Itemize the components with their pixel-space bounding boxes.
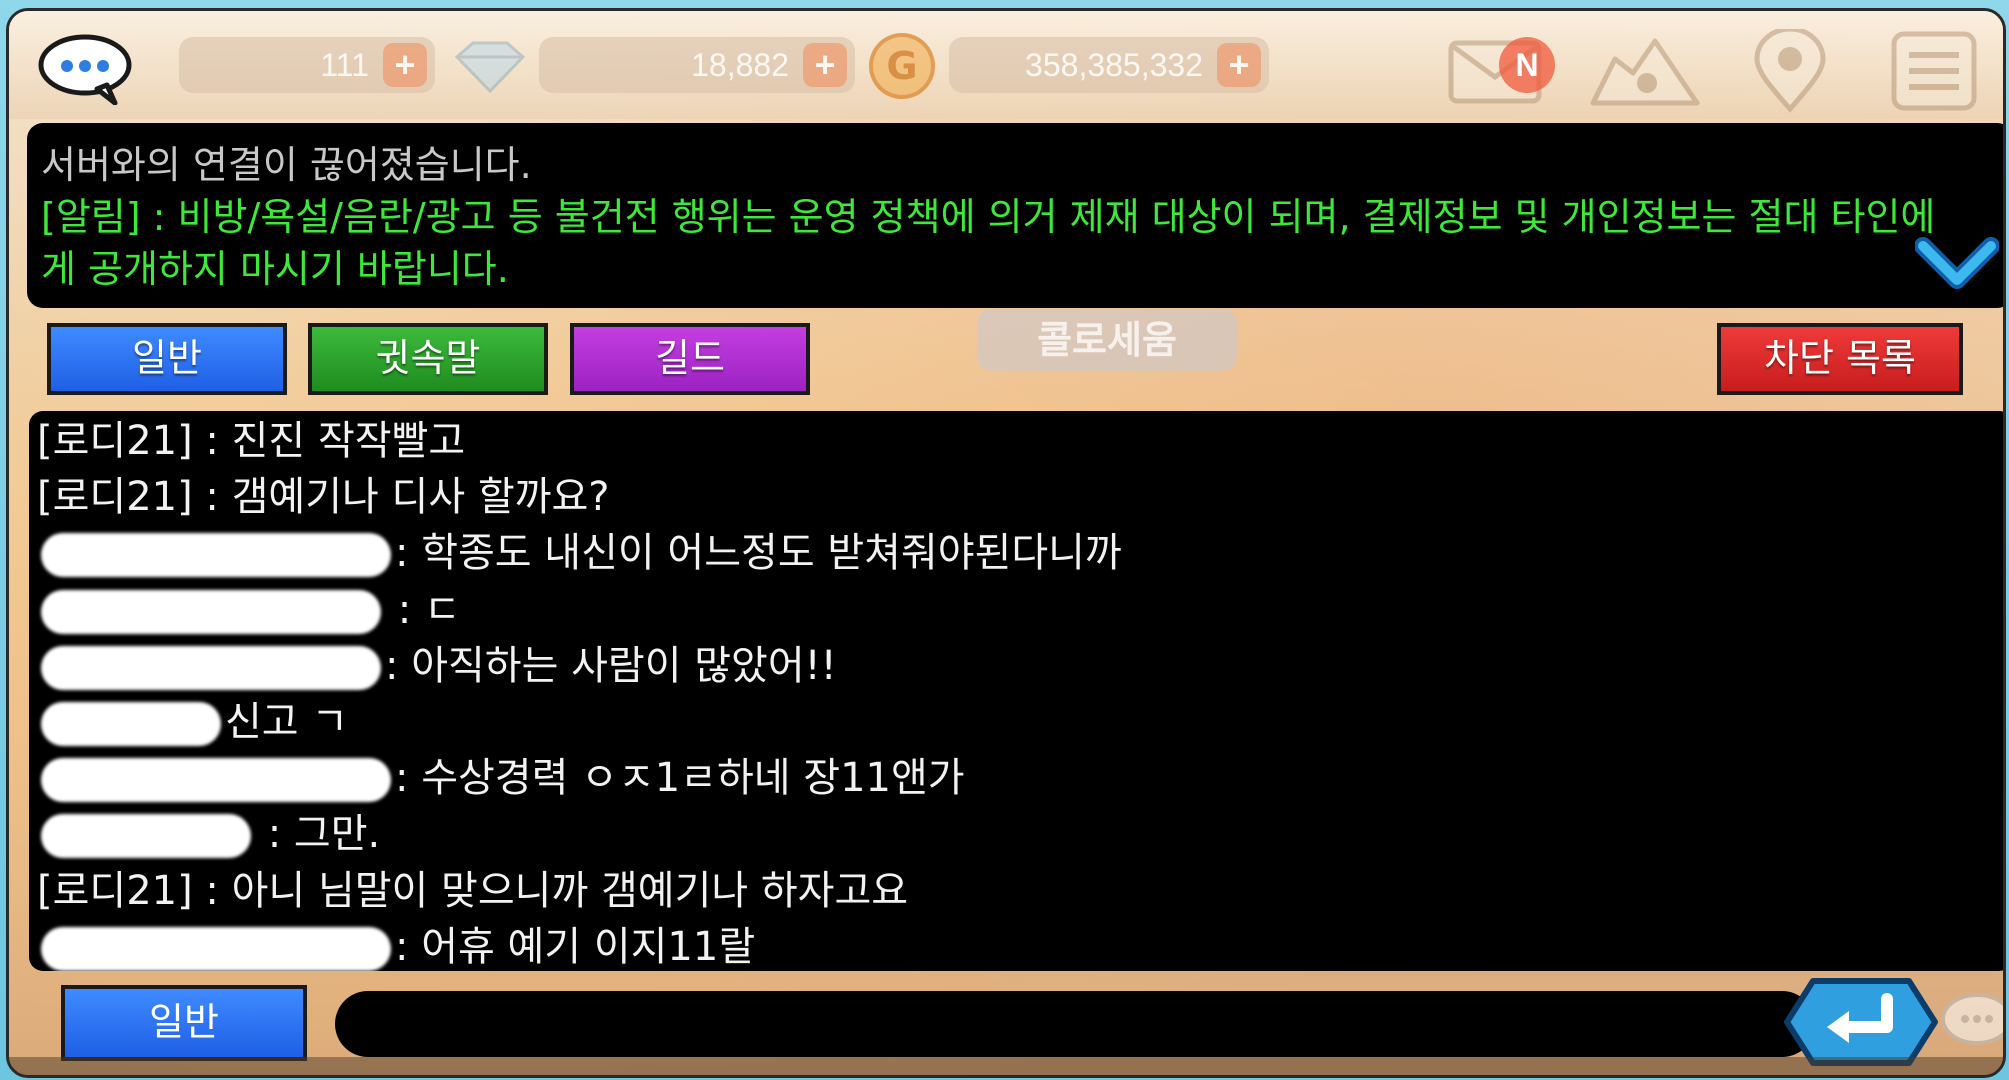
tab-general[interactable]: 일반 bbox=[47, 323, 287, 395]
chat-text: : 학종도 내신이 어느정도 받쳐줘야된다니까 bbox=[395, 530, 1122, 577]
chat-bubble-icon bbox=[1941, 993, 2003, 1045]
tab-whisper[interactable]: 귓속말 bbox=[308, 323, 548, 395]
redacted-name bbox=[41, 701, 221, 746]
game-frame: 111 + 18,882 + G 358,385,332 + N 서버와의 연결… bbox=[6, 8, 2006, 1078]
add-currency-2-button[interactable]: + bbox=[803, 43, 847, 87]
add-currency-3-button[interactable]: + bbox=[1217, 43, 1261, 87]
chevron-down-icon[interactable] bbox=[1915, 234, 1999, 294]
redacted-name bbox=[41, 926, 391, 971]
chat-text: : 갬예기나 디사 할까요? bbox=[192, 474, 610, 521]
tab-guild[interactable]: 길드 bbox=[570, 323, 810, 395]
notice-panel: 서버와의 연결이 끊어졌습니다. [알림] : 비방/욕설/음란/광고 등 불건… bbox=[27, 123, 2003, 308]
enter-arrow-icon[interactable] bbox=[1783, 977, 1939, 1067]
location-pin-icon[interactable] bbox=[1749, 29, 1831, 113]
chat-line: : 학종도 내신이 어느정도 받쳐줘야된다니까 bbox=[37, 525, 2003, 581]
chat-text: : 어휴 예기 이지11랄 bbox=[395, 923, 756, 970]
chat-line: : ㄷ bbox=[37, 582, 2003, 638]
chat-channel-selector[interactable]: 일반 bbox=[61, 985, 307, 1061]
chat-text: : ㄷ bbox=[385, 586, 461, 633]
system-message: 서버와의 연결이 끊어졌습니다. bbox=[41, 143, 532, 187]
chat-line: [로디21] : 진진 작작빨고 bbox=[37, 413, 2003, 469]
chat-sender: [로디21] bbox=[37, 867, 193, 914]
chat-line: [로디21] : 갬예기나 디사 할까요? bbox=[37, 469, 2003, 525]
chat-line: : 어휴 예기 이지11랄 bbox=[37, 919, 2003, 971]
chat-line: 신고 ㄱ bbox=[37, 694, 2003, 750]
home-icon[interactable] bbox=[1585, 29, 1705, 109]
currency-3: 358,385,332 + bbox=[949, 37, 1269, 93]
chat-input[interactable] bbox=[335, 991, 1815, 1057]
chat-line: : 그만. bbox=[37, 806, 2003, 862]
warning-message: [알림] : 비방/욕설/음란/광고 등 불건전 행위는 운영 정책에 의거 제… bbox=[41, 195, 1936, 291]
location-label: 콜로세움 bbox=[977, 309, 1237, 371]
block-list-button[interactable]: 차단 목록 bbox=[1717, 323, 1963, 395]
menu-icon[interactable] bbox=[1889, 29, 1979, 113]
currency-1-value: 111 bbox=[320, 46, 369, 83]
gem-icon bbox=[454, 41, 526, 93]
chat-line: : 아직하는 사람이 많았어!! bbox=[37, 638, 2003, 694]
redacted-name bbox=[41, 645, 381, 690]
chat-text: : 진진 작작빨고 bbox=[192, 418, 466, 464]
chat-line: : 수상경력 ㅇㅈ1ㄹ하네 장11앤가 bbox=[37, 750, 2003, 806]
chat-text: : 아니 님말이 맞으니까 갬예기나 하자고요 bbox=[192, 867, 909, 914]
currency-3-value: 358,385,332 bbox=[1025, 46, 1203, 83]
currency-2: 18,882 + bbox=[539, 37, 855, 93]
top-bar: 111 + 18,882 + G 358,385,332 + N bbox=[9, 11, 2003, 119]
redacted-name bbox=[41, 814, 251, 859]
chat-text: : 그만. bbox=[255, 811, 381, 858]
add-currency-1-button[interactable]: + bbox=[383, 43, 427, 87]
redacted-name bbox=[41, 589, 381, 634]
bottom-strip bbox=[9, 1057, 2003, 1075]
chat-text: : 수상경력 ㅇㅈ1ㄹ하네 장11앤가 bbox=[395, 755, 965, 802]
chat-bubble-icon[interactable] bbox=[37, 33, 135, 105]
chat-line: [로디21] : 아니 님말이 맞으니까 갬예기나 하자고요 bbox=[37, 863, 2003, 919]
chat-log[interactable]: [로디21] : 진진 작작빨고 [로디21] : 갬예기나 디사 할까요? :… bbox=[29, 411, 2003, 971]
chat-text: : 아직하는 사람이 많았어!! bbox=[385, 642, 837, 689]
currency-2-value: 18,882 bbox=[691, 46, 789, 83]
redacted-name bbox=[41, 758, 391, 803]
coin-icon: G bbox=[869, 33, 935, 99]
chat-sender: [로디21] bbox=[37, 418, 193, 464]
chat-text: 신고 ㄱ bbox=[225, 698, 349, 745]
redacted-name bbox=[41, 533, 391, 578]
chat-sender: [로디21] bbox=[37, 474, 193, 521]
currency-1: 111 + bbox=[179, 37, 435, 93]
mail-badge: N bbox=[1499, 37, 1555, 93]
